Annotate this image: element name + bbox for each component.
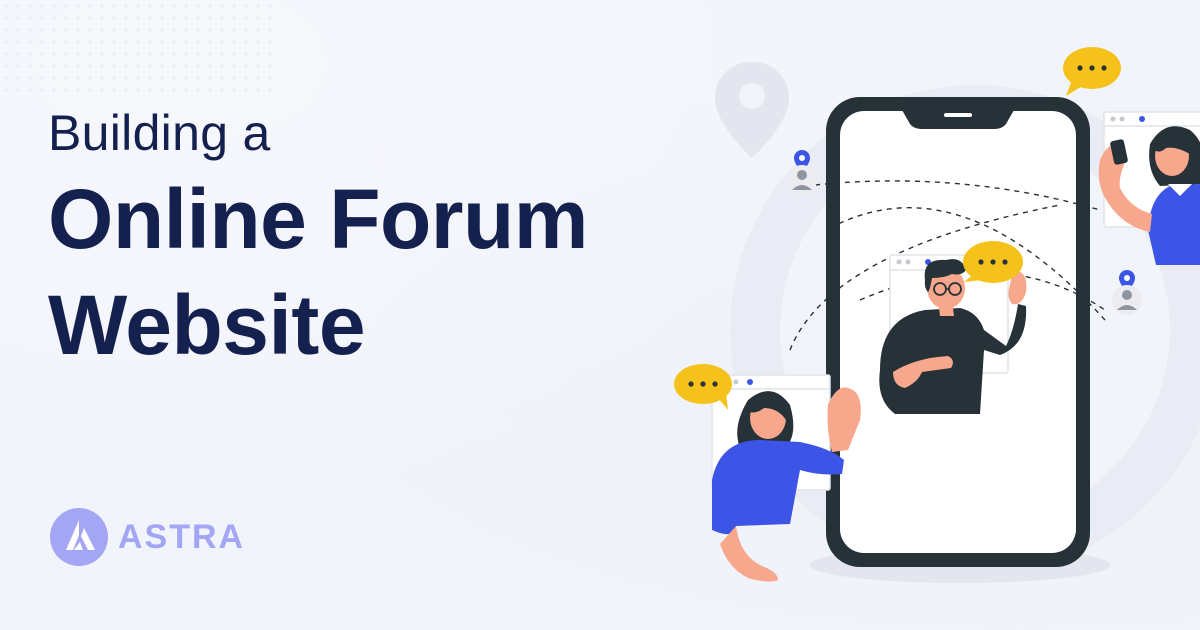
astra-brand: ASTRA	[50, 508, 245, 566]
brand-name: ASTRA	[118, 517, 246, 556]
headline-line-2: Online Forum	[48, 172, 589, 266]
speech-bubble-icon	[1063, 47, 1121, 96]
speech-bubble-icon	[674, 364, 732, 410]
user-avatar-icon	[787, 165, 817, 195]
astra-logo-icon	[50, 508, 108, 566]
headline: Building a Online Forum Website	[48, 100, 708, 378]
user-avatar-icon	[1112, 285, 1142, 315]
forum-illustration	[674, 47, 1200, 583]
speech-bubble-icon	[963, 241, 1023, 283]
dot-pattern	[0, 0, 280, 95]
headline-line-3: Website	[48, 278, 366, 372]
headline-line-1: Building a	[48, 105, 271, 161]
